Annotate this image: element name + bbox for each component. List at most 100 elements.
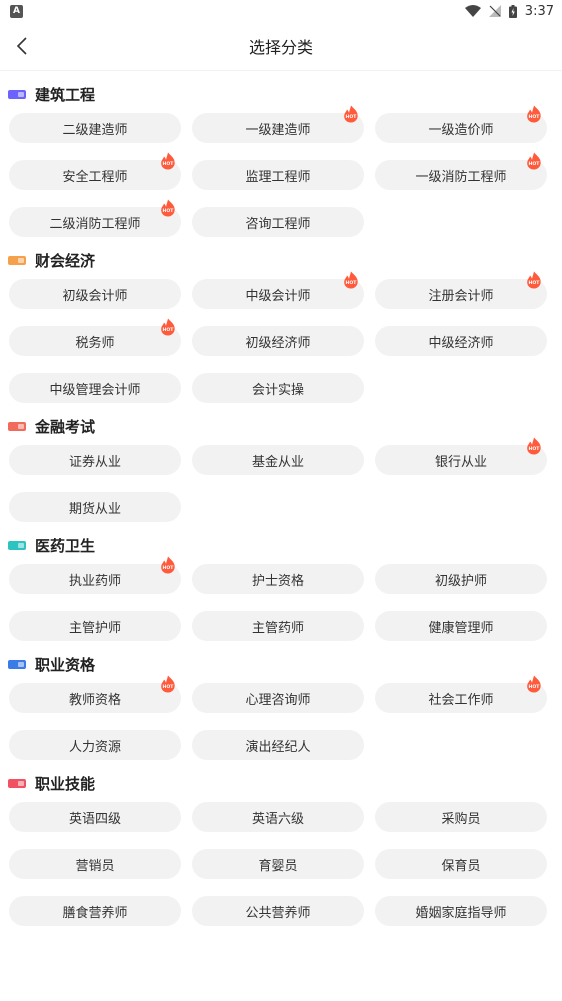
category-icon xyxy=(8,659,26,669)
category-chip[interactable]: 演出经纪人 xyxy=(192,730,364,760)
category-section: 职业技能英语四级 英语六级 采购员营销员 育婴员 保育员膳食营养师 公共营养师 婚姻家庭指导… xyxy=(0,772,562,926)
category-chip[interactable]: 二级建造师 xyxy=(9,113,181,143)
hot-badge-icon: HOT xyxy=(159,556,177,574)
chip-label: 咨询工程师 xyxy=(245,216,311,232)
category-chip[interactable]: 健康管理师 xyxy=(375,611,547,641)
category-chip[interactable]: 保育员 xyxy=(375,849,547,879)
category-chip[interactable]: 一级建造师 HOT xyxy=(192,105,364,143)
category-section: 职业资格 教师资格 HOT 心理咨询师 社会工作师 HOT 人力资源 演出经纪人 xyxy=(0,653,562,760)
chip-label: 执业药师 xyxy=(68,573,121,589)
category-chip[interactable]: 采购员 xyxy=(375,802,547,832)
svg-text:HOT: HOT xyxy=(529,114,541,120)
chip-label: 中级会计师 xyxy=(245,288,311,304)
chip-label: 一级消防工程师 xyxy=(415,169,507,185)
back-button[interactable] xyxy=(10,34,34,58)
category-section: 建筑工程 二级建造师 一级建造师 HOT 一级造价师 HOT 安全工程师 HOT 监理工程师 一级… xyxy=(0,83,562,237)
chip-label: 保育员 xyxy=(441,858,481,874)
battery-icon xyxy=(508,4,517,18)
svg-text:HOT: HOT xyxy=(529,280,541,286)
category-chip[interactable]: 二级消防工程师 HOT xyxy=(9,199,181,237)
status-right: 3:37 xyxy=(464,4,554,19)
category-chip[interactable]: 初级护师 xyxy=(375,564,547,594)
chip-label: 英语四级 xyxy=(68,811,121,827)
nav-bar: 选择分类 xyxy=(0,22,562,71)
category-chip[interactable]: 社会工作师 HOT xyxy=(375,675,547,713)
chip-label: 公共营养师 xyxy=(245,905,311,921)
category-chip[interactable]: 心理咨询师 xyxy=(192,683,364,713)
category-chip[interactable]: 膳食营养师 xyxy=(9,896,181,926)
category-chip[interactable]: 英语六级 xyxy=(192,802,364,832)
svg-text:HOT: HOT xyxy=(163,327,175,333)
category-chip[interactable]: 基金从业 xyxy=(192,445,364,475)
section-title: 财会经济 xyxy=(35,251,96,270)
category-chip[interactable]: 人力资源 xyxy=(9,730,181,760)
category-chip[interactable]: 注册会计师 HOT xyxy=(375,271,547,309)
chip-label: 中级经济师 xyxy=(428,335,494,351)
chip-label: 二级建造师 xyxy=(62,122,128,138)
hot-badge-icon: HOT xyxy=(159,152,177,170)
category-chip[interactable]: 主管护师 xyxy=(9,611,181,641)
svg-text:HOT: HOT xyxy=(529,446,541,452)
chip-label: 婚姻家庭指导师 xyxy=(415,905,507,921)
section-header: 职业技能 xyxy=(0,772,562,794)
hot-badge-icon: HOT xyxy=(525,105,543,123)
section-header: 金融考试 xyxy=(0,415,562,437)
page-title: 选择分类 xyxy=(248,38,313,57)
category-chip[interactable]: 主管药师 xyxy=(192,611,364,641)
chip-label: 心理咨询师 xyxy=(245,692,311,708)
chip-label: 会计实操 xyxy=(251,382,304,398)
category-icon xyxy=(8,540,26,550)
category-chip[interactable]: 期货从业 xyxy=(9,492,181,522)
category-chip[interactable]: 育婴员 xyxy=(192,849,364,879)
chip-label: 监理工程师 xyxy=(245,169,311,185)
category-chip[interactable]: 税务师 HOT xyxy=(9,318,181,356)
category-chip[interactable]: 中级管理会计师 xyxy=(9,373,181,403)
category-chip[interactable]: 一级造价师 HOT xyxy=(375,105,547,143)
chip-label: 注册会计师 xyxy=(428,288,494,304)
chip-label: 膳食营养师 xyxy=(62,905,128,921)
category-grid: 证券从业 基金从业 银行从业 HOT 期货从业 xyxy=(0,437,562,522)
category-chip[interactable]: 营销员 xyxy=(9,849,181,879)
chip-label: 教师资格 xyxy=(68,692,121,708)
category-chip[interactable]: 咨询工程师 xyxy=(192,207,364,237)
category-chip[interactable]: 英语四级 xyxy=(9,802,181,832)
category-chip[interactable]: 护士资格 xyxy=(192,564,364,594)
category-chip[interactable]: 一级消防工程师 HOT xyxy=(375,152,547,190)
svg-text:HOT: HOT xyxy=(163,565,175,571)
category-chip[interactable]: 初级会计师 xyxy=(9,279,181,309)
category-chip[interactable]: 教师资格 HOT xyxy=(9,675,181,713)
category-chip[interactable]: 执业药师 HOT xyxy=(9,556,181,594)
category-chip[interactable]: 初级经济师 xyxy=(192,326,364,356)
svg-text:HOT: HOT xyxy=(529,161,541,167)
chip-label: 基金从业 xyxy=(251,454,304,470)
category-chip[interactable]: 婚姻家庭指导师 xyxy=(375,896,547,926)
chip-label: 初级经济师 xyxy=(245,335,311,351)
category-chip[interactable]: 中级会计师 HOT xyxy=(192,271,364,309)
category-list: 建筑工程 二级建造师 一级建造师 HOT 一级造价师 HOT 安全工程师 HOT 监理工程师 一级… xyxy=(0,83,562,926)
hot-badge-icon: HOT xyxy=(342,271,360,289)
chip-label: 育婴员 xyxy=(258,858,298,874)
category-grid: 二级建造师 一级建造师 HOT 一级造价师 HOT 安全工程师 HOT 监理工程师 一级消防工程… xyxy=(0,105,562,237)
category-grid: 初级会计师 中级会计师 HOT 注册会计师 HOT 税务师 HOT 初级经济师 中级经济师 中级管… xyxy=(0,271,562,403)
category-icon xyxy=(8,778,26,788)
chevron-left-icon xyxy=(16,37,27,55)
chip-label: 主管药师 xyxy=(251,620,304,636)
hot-badge-icon: HOT xyxy=(525,271,543,289)
chip-label: 演出经纪人 xyxy=(245,739,311,755)
category-chip[interactable]: 公共营养师 xyxy=(192,896,364,926)
category-chip[interactable]: 安全工程师 HOT xyxy=(9,152,181,190)
category-chip[interactable]: 中级经济师 xyxy=(375,326,547,356)
category-chip[interactable]: 证券从业 xyxy=(9,445,181,475)
category-chip[interactable]: 会计实操 xyxy=(192,373,364,403)
category-section: 财会经济 初级会计师 中级会计师 HOT 注册会计师 HOT 税务师 HOT 初级经济师 中级经济… xyxy=(0,249,562,403)
category-grid: 执业药师 HOT 护士资格 初级护师主管护师 主管药师 健康管理师 xyxy=(0,556,562,641)
chip-label: 银行从业 xyxy=(434,454,487,470)
svg-text:HOT: HOT xyxy=(163,684,175,690)
category-grid: 教师资格 HOT 心理咨询师 社会工作师 HOT 人力资源 演出经纪人 xyxy=(0,675,562,760)
svg-text:HOT: HOT xyxy=(163,161,175,167)
chip-label: 安全工程师 xyxy=(62,169,128,185)
chip-label: 英语六级 xyxy=(251,811,304,827)
category-chip[interactable]: 银行从业 HOT xyxy=(375,437,547,475)
accessibility-icon: A xyxy=(10,4,23,18)
category-chip[interactable]: 监理工程师 xyxy=(192,160,364,190)
